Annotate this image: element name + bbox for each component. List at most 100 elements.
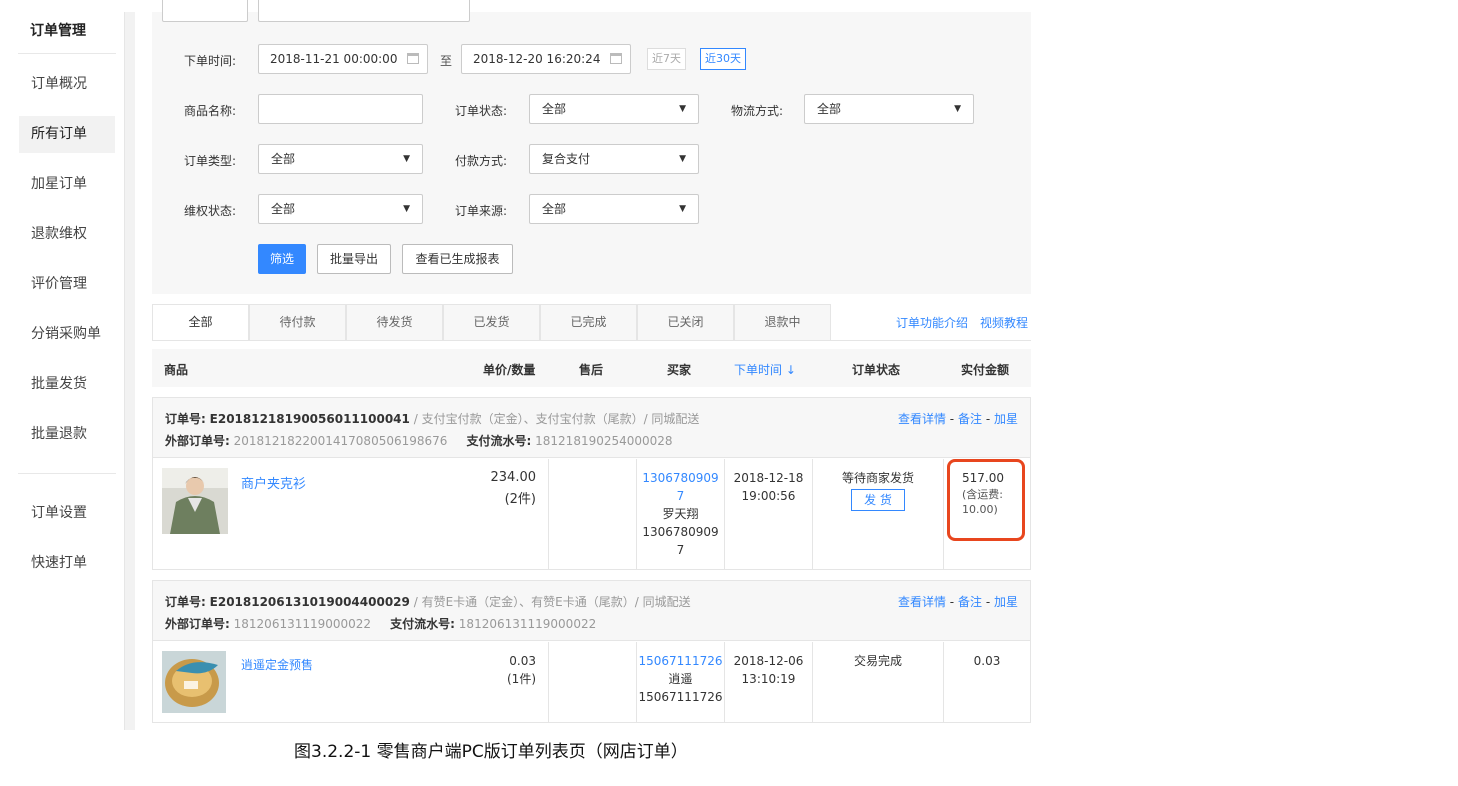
calendar-icon <box>610 53 622 64</box>
caret-down-icon: ▼ <box>403 154 410 164</box>
sidebar-divider <box>18 473 116 474</box>
cut-off-select[interactable] <box>162 0 248 22</box>
sidebar-item-reviews[interactable]: 评价管理 <box>19 266 115 303</box>
quick-7-days-button[interactable]: 近7天 <box>647 48 686 70</box>
time-end-value: 2018-12-20 16:20:24 <box>473 52 601 66</box>
highlight-box <box>947 459 1025 541</box>
external-number-line: 外部订单号: 2018121822001417080506198676 支付流水… <box>165 432 673 449</box>
rights-status-select[interactable]: 全部 ▼ <box>258 194 423 224</box>
order-type-select[interactable]: 全部 ▼ <box>258 144 423 174</box>
sidebar-item-overview[interactable]: 订单概况 <box>19 66 115 103</box>
sidebar-item-settings[interactable]: 订单设置 <box>19 495 115 532</box>
video-tutorial-link[interactable]: 视频教程 <box>980 314 1028 331</box>
buyer-phone-link[interactable]: 1306780909 7 <box>637 469 724 505</box>
order-header: 订单号: E20181218190056011100041 / 支付宝付款（定金… <box>153 398 1030 458</box>
sidebar-item-quick-print[interactable]: 快速打单 <box>19 545 115 582</box>
order-status: 交易完成 <box>853 654 902 668</box>
sidebar-item-all-orders[interactable]: 所有订单 <box>19 116 115 153</box>
col-status: 订单状态 <box>852 363 901 377</box>
external-number-line: 外部订单号: 181206131119000022 支付流水号: 1812061… <box>165 615 596 632</box>
buyer-phone-link[interactable]: 15067111726 <box>637 652 724 670</box>
logistics-label: 物流方式: <box>731 104 784 118</box>
payment-method-value: 复合支付 <box>542 152 591 166</box>
table-header: 商品 单价/数量 售后 买家 下单时间 ↓ 订单状态 实付金额 <box>152 349 1031 387</box>
view-reports-button[interactable]: 查看已生成报表 <box>402 244 513 274</box>
note-link[interactable]: 备注 <box>958 412 982 426</box>
view-detail-link[interactable]: 查看详情 <box>898 412 946 426</box>
tab-all[interactable]: 全部 <box>152 304 249 341</box>
note-link[interactable]: 备注 <box>958 595 982 609</box>
caret-down-icon: ▼ <box>403 204 410 214</box>
order-time: 13:10:19 <box>741 672 796 686</box>
buyer-phone: 15067111726 <box>638 690 723 704</box>
payment-method-select[interactable]: 复合支付 ▼ <box>529 144 699 174</box>
col-paid-amount: 实付金额 <box>961 363 1010 377</box>
order-header: 订单号: E20181206131019004400029 / 有赞E卡通（定金… <box>153 581 1030 641</box>
product-thumbnail[interactable] <box>162 651 226 713</box>
sidebar-item-batch-refund[interactable]: 批量退款 <box>19 416 115 453</box>
col-product: 商品 <box>164 363 189 377</box>
time-end-input[interactable]: 2018-12-20 16:20:24 <box>461 44 631 74</box>
sidebar-item-distribution[interactable]: 分销采购单 <box>19 316 115 353</box>
product-name-link[interactable]: 商户夹克衫 <box>241 473 306 492</box>
star-link[interactable]: 加星 <box>994 412 1018 426</box>
order-time: 19:00:56 <box>741 489 796 503</box>
buyer-phone: 1306780909 7 <box>642 525 719 557</box>
caret-down-icon: ▼ <box>679 204 686 214</box>
col-order-time-sort[interactable]: 下单时间 ↓ <box>734 361 796 378</box>
order-date: 2018-12-06 <box>733 654 804 668</box>
product-name-input[interactable] <box>258 94 423 124</box>
payment-desc: / 支付宝付款（定金）、支付宝付款（尾款）/ 同城配送 <box>413 412 700 426</box>
order-card: 订单号: E20181206131019004400029 / 有赞E卡通（定金… <box>152 580 1031 723</box>
payment-method-label: 付款方式: <box>455 154 508 168</box>
logistics-select[interactable]: 全部 ▼ <box>804 94 974 124</box>
tab-pending-shipment[interactable]: 待发货 <box>346 304 443 341</box>
ops-separator: - <box>985 412 991 426</box>
tab-refunding[interactable]: 退款中 <box>734 304 831 341</box>
unit-price: 234.00 <box>490 470 537 485</box>
tab-completed[interactable]: 已完成 <box>540 304 637 341</box>
external-no-label: 外部订单号: <box>165 617 230 631</box>
order-no-label: 订单号: <box>165 412 206 426</box>
sidebar-item-refunds[interactable]: 退款维权 <box>19 216 115 253</box>
flow-no-label: 支付流水号: <box>466 434 532 448</box>
tab-pending-payment[interactable]: 待付款 <box>249 304 346 341</box>
product-name-label: 商品名称: <box>184 104 237 118</box>
tabs-divider <box>152 340 1031 341</box>
tab-shipped[interactable]: 已发货 <box>443 304 540 341</box>
flow-no: 181218190254000028 <box>535 434 673 448</box>
sidebar-item-starred[interactable]: 加星订单 <box>19 166 115 203</box>
order-time-cell: 2018-12-06 13:10:19 <box>724 642 812 722</box>
order-source-select[interactable]: 全部 ▼ <box>529 194 699 224</box>
product-name-link[interactable]: 逍遥定金预售 <box>241 656 313 673</box>
filter-button[interactable]: 筛选 <box>258 244 306 274</box>
rights-status-label: 维权状态: <box>184 204 237 218</box>
quantity: (2件) <box>504 492 536 507</box>
sidebar-title: 订单管理 <box>30 23 86 39</box>
star-link[interactable]: 加星 <box>994 595 1018 609</box>
buyer-cell: 1306780909 7 罗天翔 1306780909 7 <box>636 459 724 569</box>
order-row: 逍遥定金预售 0.03 (1件) 15067111726 逍遥 15067111… <box>153 642 1030 722</box>
view-detail-link[interactable]: 查看详情 <box>898 595 946 609</box>
paid-amount-cell: 0.03 <box>943 642 1030 722</box>
product-thumbnail[interactable] <box>162 468 228 534</box>
order-status: 等待商家发货 <box>841 471 914 485</box>
time-start-input[interactable]: 2018-11-21 00:00:00 <box>258 44 428 74</box>
time-range-separator: 至 <box>440 54 453 68</box>
order-card: 订单号: E20181218190056011100041 / 支付宝付款（定金… <box>152 397 1031 570</box>
order-type-value: 全部 <box>271 152 296 166</box>
buyer-name: 逍遥 <box>668 672 693 686</box>
ship-button[interactable]: 发 货 <box>851 489 905 511</box>
batch-export-button[interactable]: 批量导出 <box>317 244 391 274</box>
order-tabs: 全部 待付款 待发货 已发货 已完成 已关闭 退款中 <box>152 304 831 341</box>
order-status-select[interactable]: 全部 ▼ <box>529 94 699 124</box>
cut-off-input[interactable] <box>258 0 470 22</box>
sidebar-item-batch-ship[interactable]: 批量发货 <box>19 366 115 403</box>
quick-30-days-button[interactable]: 近30天 <box>700 48 746 70</box>
time-start-value: 2018-11-21 00:00:00 <box>270 52 398 66</box>
order-time-cell: 2018-12-18 19:00:56 <box>724 459 812 569</box>
caret-down-icon: ▼ <box>679 154 686 164</box>
tab-closed[interactable]: 已关闭 <box>637 304 734 341</box>
feature-intro-link[interactable]: 订单功能介绍 <box>896 314 968 331</box>
sidebar-scroll-gutter <box>124 12 135 730</box>
